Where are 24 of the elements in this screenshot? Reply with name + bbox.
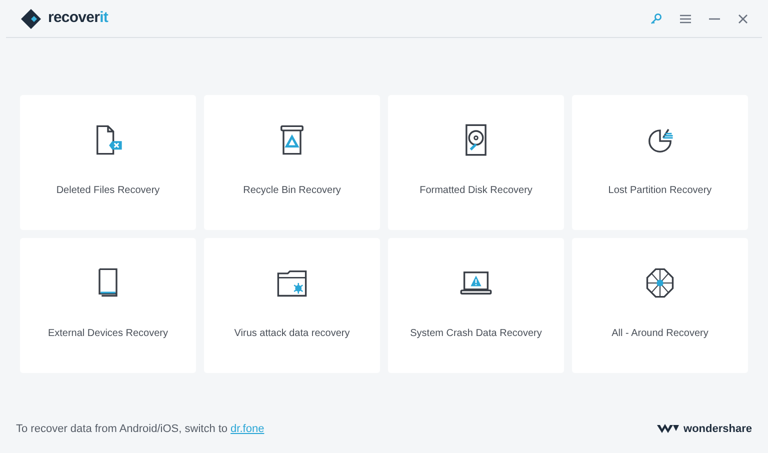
card-label: Recycle Bin Recovery bbox=[243, 184, 341, 198]
card-label: External Devices Recovery bbox=[48, 327, 168, 341]
card-label: Virus attack data recovery bbox=[234, 327, 350, 341]
card-label: Formatted Disk Recovery bbox=[420, 184, 532, 198]
recovery-option-card[interactable]: All - Around Recovery bbox=[572, 238, 748, 373]
card-label: Deleted Files Recovery bbox=[56, 184, 160, 198]
menu-icon[interactable] bbox=[680, 14, 691, 24]
brand-logo-icon bbox=[656, 423, 679, 435]
recovery-option-card[interactable]: Formatted Disk Recovery bbox=[388, 95, 564, 230]
card-label: System Crash Data Recovery bbox=[410, 327, 542, 341]
app-logo-text: recoverit bbox=[48, 8, 108, 28]
close-icon[interactable] bbox=[738, 14, 748, 24]
recovery-option-card[interactable]: System Crash Data Recovery bbox=[388, 238, 564, 373]
card-label: All - Around Recovery bbox=[612, 327, 708, 341]
key-icon[interactable] bbox=[650, 12, 662, 24]
recovery-option-card[interactable]: Virus attack data recovery bbox=[204, 238, 380, 373]
footer-text: To recover data from Android/iOS, switch to bbox=[16, 422, 228, 437]
logo-icon bbox=[20, 8, 42, 30]
card-label: Lost Partition Recovery bbox=[608, 184, 712, 198]
recovery-option-card[interactable]: External Devices Recovery bbox=[20, 238, 196, 373]
recovery-option-card[interactable]: Deleted Files Recovery bbox=[20, 95, 196, 230]
recovery-option-card[interactable]: Lost Partition Recovery bbox=[572, 95, 748, 230]
recovery-option-card[interactable]: Recycle Bin Recovery bbox=[204, 95, 380, 230]
brand-name: wondershare bbox=[684, 422, 752, 437]
